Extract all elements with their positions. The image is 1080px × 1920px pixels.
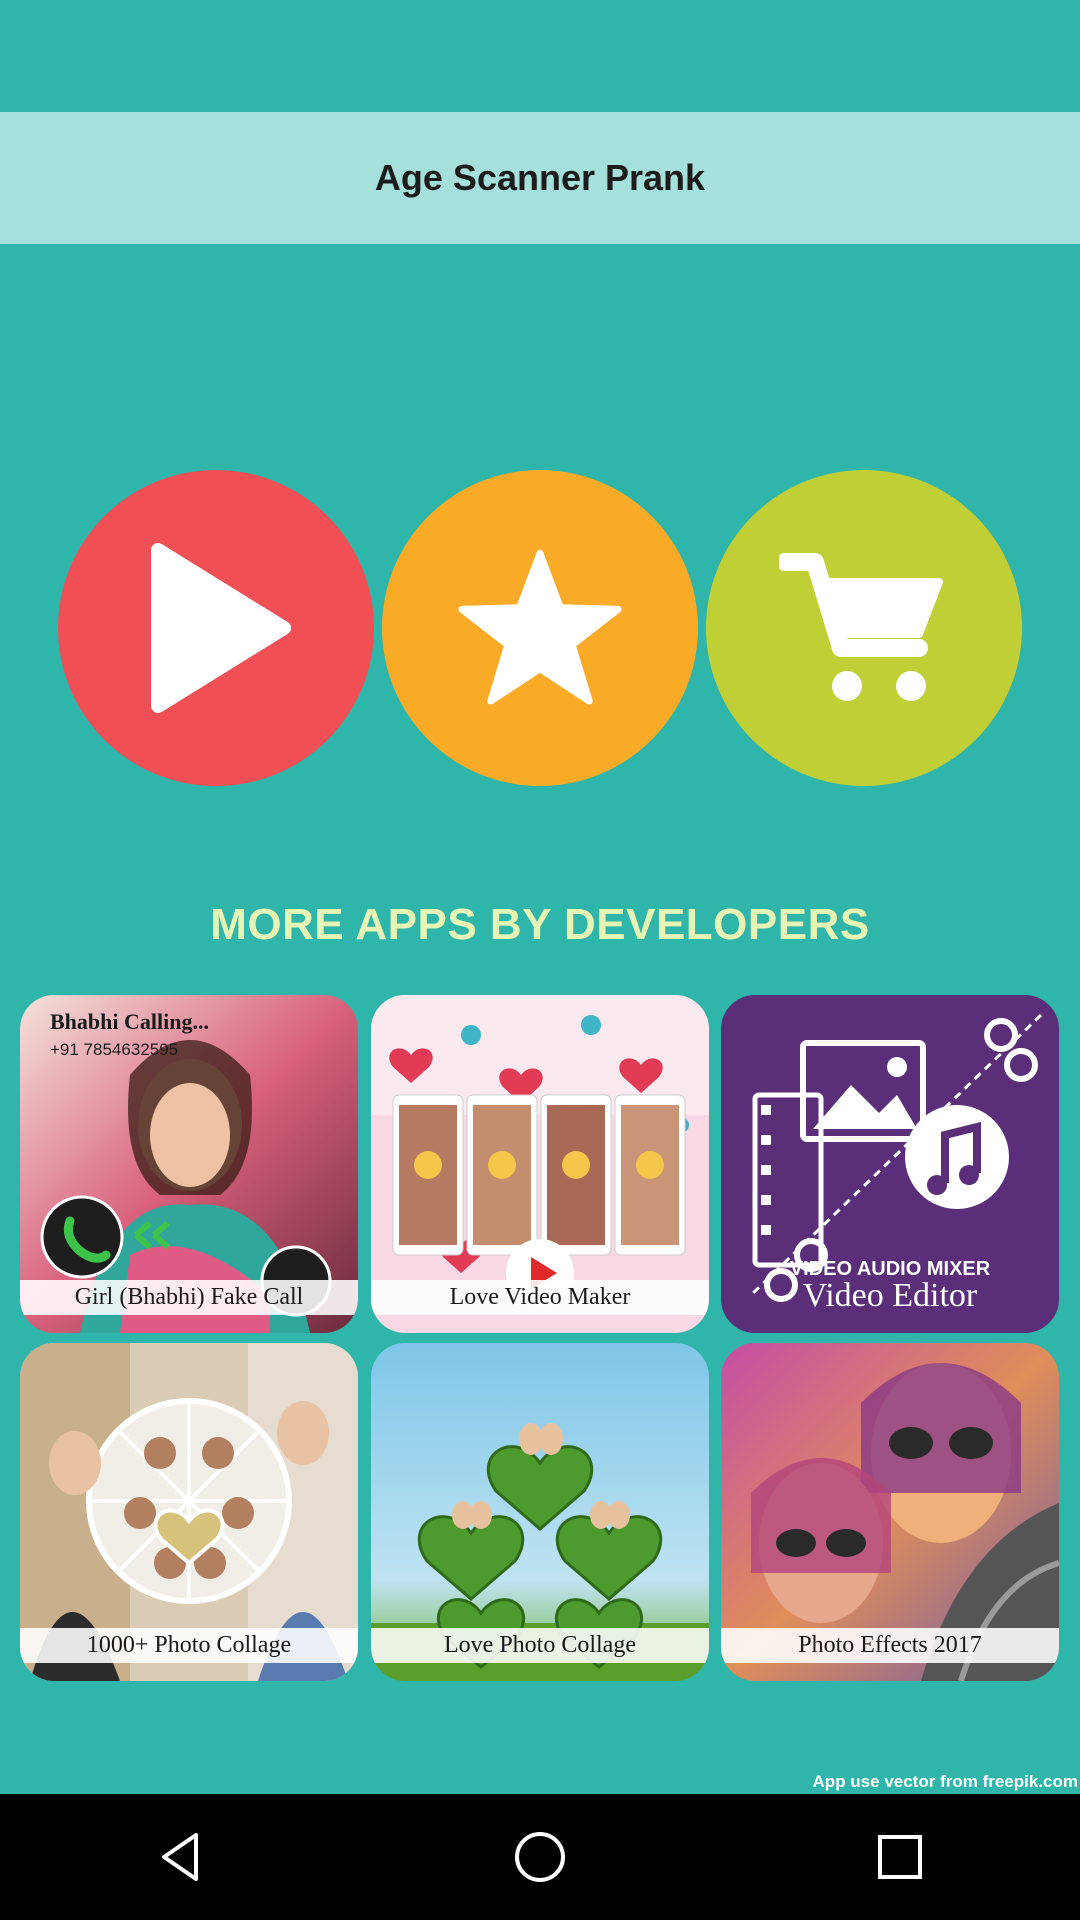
play-button[interactable] xyxy=(58,470,374,786)
app-caption: Girl (Bhabhi) Fake Call xyxy=(20,1280,358,1315)
star-icon xyxy=(458,549,622,705)
recents-button[interactable] xyxy=(840,1807,960,1907)
cart-icon xyxy=(779,553,943,701)
credit-text: App use vector from freepik.com xyxy=(812,1772,1078,1791)
app-tile-video-editor[interactable]: VIDEO AUDIO MIXER Video Editor xyxy=(721,995,1059,1333)
back-icon xyxy=(162,1833,198,1881)
app-tile-fake-call[interactable]: Bhabhi Calling... +91 7854632595 Girl (B… xyxy=(20,995,358,1333)
page-title: Age Scanner Prank xyxy=(374,157,706,198)
home-icon xyxy=(515,1832,565,1882)
app-caption: 1000+ Photo Collage xyxy=(20,1628,358,1663)
app-tile-love-photo-collage[interactable]: Love Photo Collage xyxy=(371,1343,709,1681)
play-icon xyxy=(151,543,291,713)
rate-button[interactable] xyxy=(382,470,698,786)
status-bar xyxy=(0,0,1080,112)
back-button[interactable] xyxy=(120,1807,240,1907)
more-apps-heading: MORE APPS BY DEVELOPERS xyxy=(210,900,870,949)
app-title-bar: Age Scanner Prank xyxy=(0,112,1080,244)
app-tile-photo-collage[interactable]: 1000+ Photo Collage xyxy=(20,1343,358,1681)
app-caption: Love Photo Collage xyxy=(371,1628,709,1663)
shop-button[interactable] xyxy=(706,470,1022,786)
app-caption: Video Editor xyxy=(802,1277,978,1314)
recents-icon xyxy=(878,1835,922,1879)
app-caption: Photo Effects 2017 xyxy=(721,1628,1059,1663)
fake-call-top-text: Bhabhi Calling... xyxy=(50,1009,209,1034)
navigation-bar xyxy=(0,1794,1080,1920)
fake-call-phone: +91 7854632595 xyxy=(50,1040,178,1059)
home-button[interactable] xyxy=(480,1807,600,1907)
app-tile-photo-effects[interactable]: Photo Effects 2017 xyxy=(721,1343,1059,1681)
app-tile-love-video-maker[interactable]: Love Video Maker xyxy=(371,995,709,1333)
app-caption: Love Video Maker xyxy=(371,1280,709,1315)
